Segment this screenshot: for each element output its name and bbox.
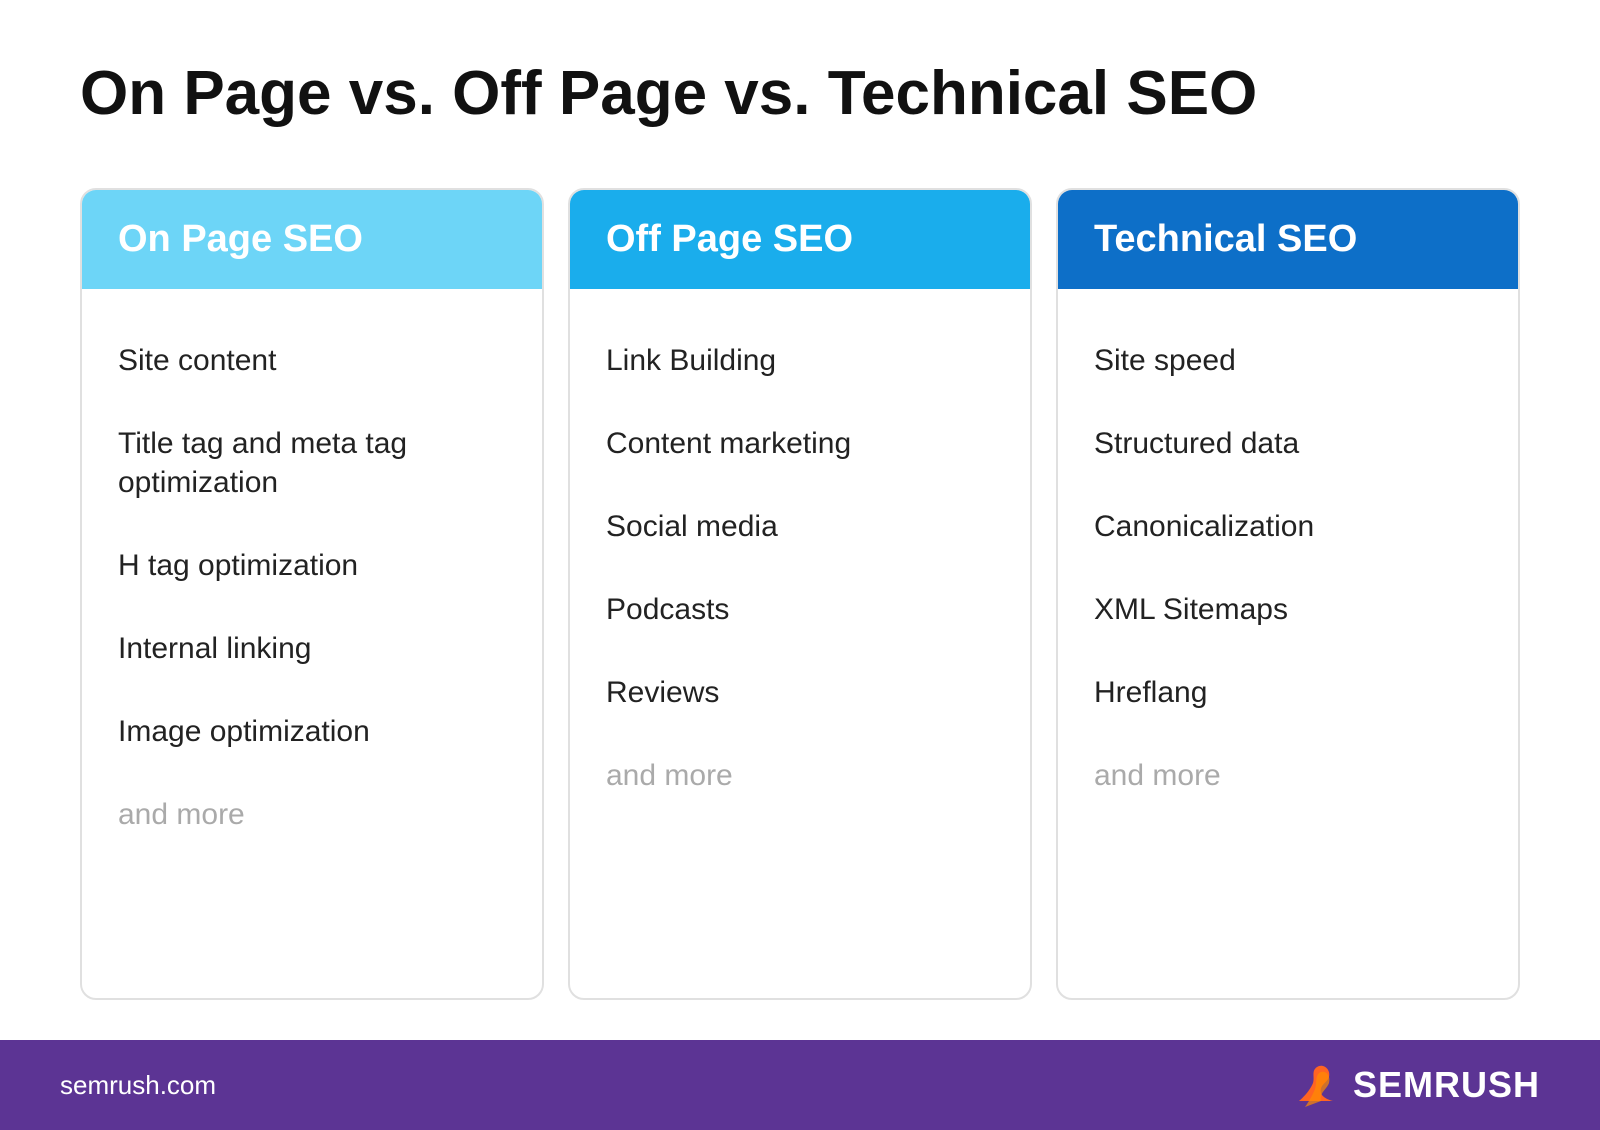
semrush-icon [1291,1063,1341,1107]
list-item: Canonicalization [1094,485,1482,568]
column-on-page: On Page SEO Site content Title tag and m… [80,188,544,1000]
list-item: Internal linking [118,607,506,690]
list-item: Title tag and meta tag optimization [118,402,506,524]
and-more-label: and more [118,773,506,856]
list-item: Reviews [606,651,994,734]
footer: semrush.com SEMRUSH [0,1040,1600,1130]
list-item: Site speed [1094,319,1482,402]
technical-header: Technical SEO [1058,190,1518,289]
column-technical: Technical SEO Site speed Structured data… [1056,188,1520,1000]
list-item: XML Sitemaps [1094,568,1482,651]
semrush-logo: SEMRUSH [1291,1063,1540,1107]
columns-wrapper: On Page SEO Site content Title tag and m… [80,188,1520,1000]
off-page-body: Link Building Content marketing Social m… [570,289,1030,847]
footer-url: semrush.com [60,1070,216,1101]
list-item: Podcasts [606,568,994,651]
list-item: H tag optimization [118,524,506,607]
technical-body: Site speed Structured data Canonicalizat… [1058,289,1518,847]
main-content: On Page vs. Off Page vs. Technical SEO O… [0,0,1600,1040]
off-page-header: Off Page SEO [570,190,1030,289]
list-item: Link Building [606,319,994,402]
list-item: Image optimization [118,690,506,773]
and-more-label: and more [1094,734,1482,817]
on-page-header: On Page SEO [82,190,542,289]
page-title: On Page vs. Off Page vs. Technical SEO [80,60,1520,128]
list-item: Content marketing [606,402,994,485]
list-item: Structured data [1094,402,1482,485]
list-item: Social media [606,485,994,568]
column-off-page: Off Page SEO Link Building Content marke… [568,188,1032,1000]
list-item: Site content [118,319,506,402]
list-item: Hreflang [1094,651,1482,734]
and-more-label: and more [606,734,994,817]
on-page-body: Site content Title tag and meta tag opti… [82,289,542,886]
semrush-brand-text: SEMRUSH [1353,1064,1540,1106]
